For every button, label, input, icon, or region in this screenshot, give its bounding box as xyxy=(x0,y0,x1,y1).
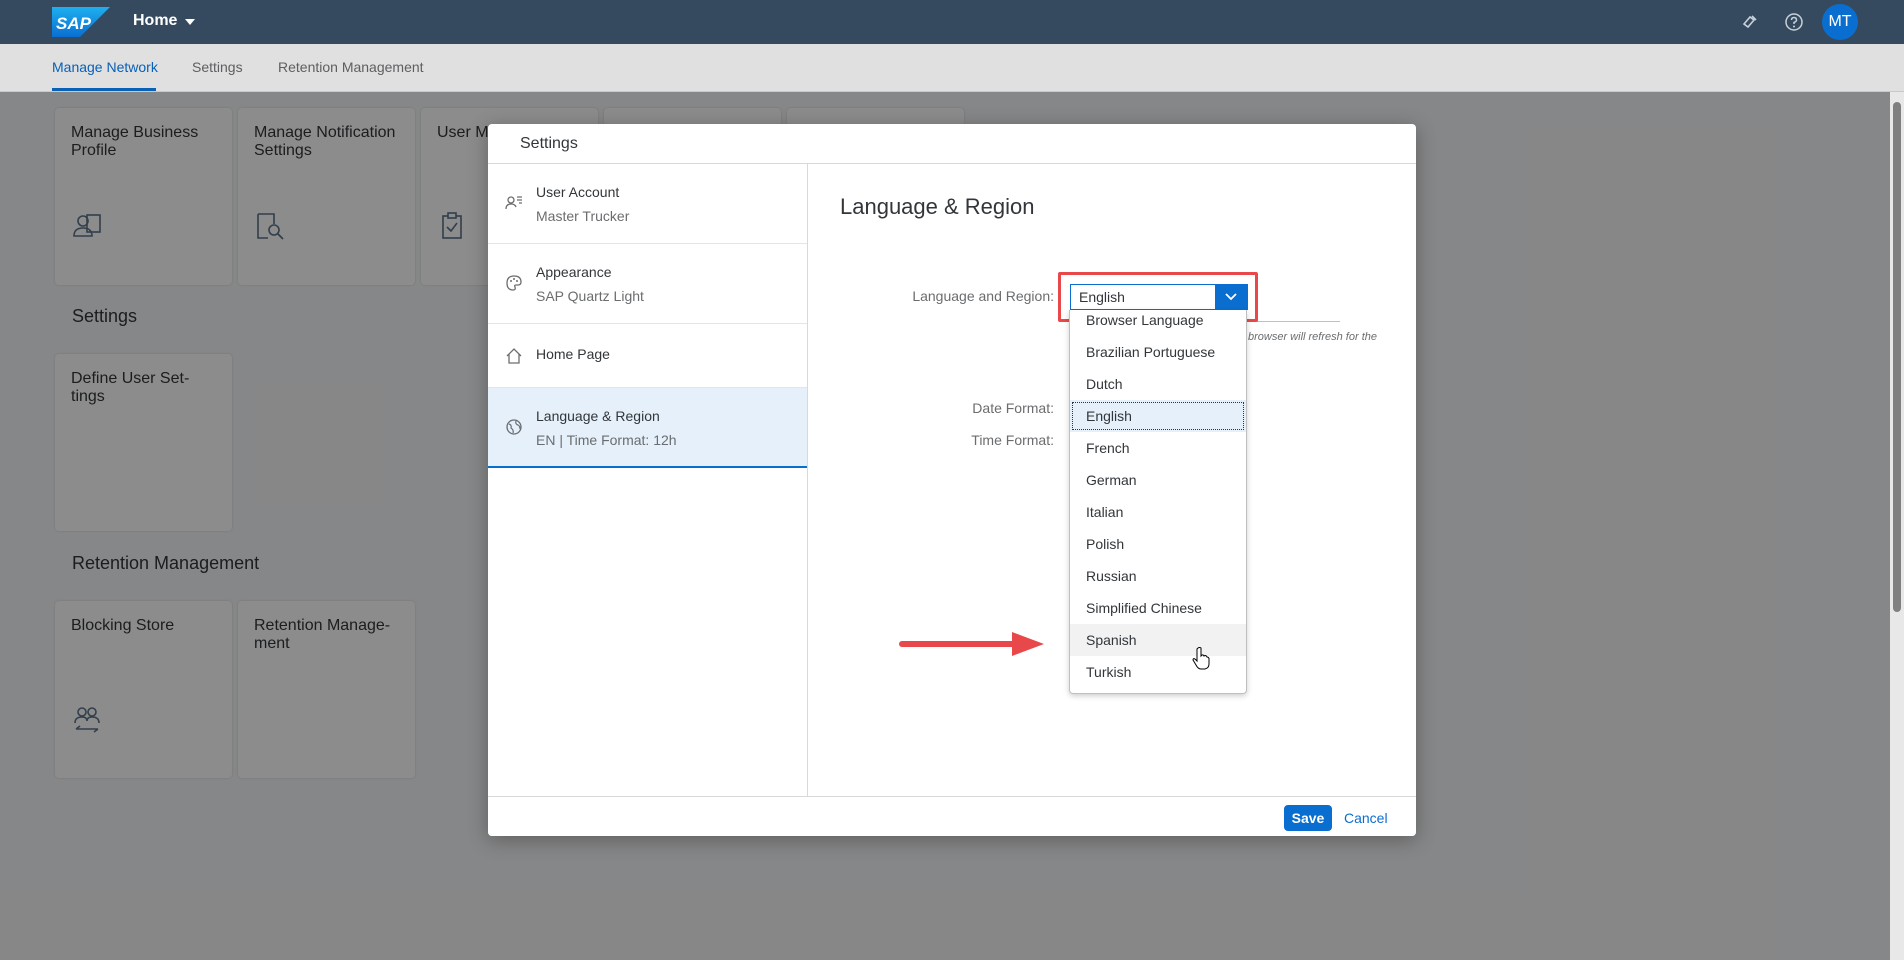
nav-item-subtitle: SAP Quartz Light xyxy=(536,288,644,304)
cancel-button[interactable]: Cancel xyxy=(1344,810,1388,826)
option-brazilian-portuguese[interactable]: Brazilian Portuguese xyxy=(1070,336,1246,368)
help-icon[interactable] xyxy=(1784,12,1804,32)
globe-icon xyxy=(506,419,522,435)
home-label: Home xyxy=(133,12,178,29)
option-browser-language[interactable]: Browser Language xyxy=(1070,304,1246,336)
option-turkish[interactable]: Turkish xyxy=(1070,656,1246,688)
time-format-label: Time Format: xyxy=(971,432,1054,448)
nav-item-title: Home Page xyxy=(536,346,610,362)
home-icon xyxy=(506,348,522,364)
option-polish[interactable]: Polish xyxy=(1070,528,1246,560)
dialog-footer: Save Cancel xyxy=(488,796,1416,836)
joule-icon[interactable] xyxy=(1740,12,1760,32)
palette-icon xyxy=(506,275,522,291)
user-avatar[interactable]: MT xyxy=(1822,4,1858,40)
nav-item-title: Appearance xyxy=(536,264,612,280)
nav-item-title: User Account xyxy=(536,184,620,200)
option-simplified-chinese[interactable]: Simplified Chinese xyxy=(1070,592,1246,624)
option-german[interactable]: German xyxy=(1070,464,1246,496)
hand-pointer-icon xyxy=(1192,647,1210,670)
scrollbar-thumb[interactable] xyxy=(1893,102,1901,612)
dialog-header: Settings xyxy=(488,124,1416,164)
page-scrollbar[interactable] xyxy=(1890,92,1904,960)
language-dropdown-list: Browser Language Brazilian Portuguese Du… xyxy=(1069,310,1247,694)
refresh-note: browser will refresh for the xyxy=(1248,331,1377,343)
settings-nav-list: User Account Master Trucker Appearance S… xyxy=(488,164,808,796)
nav-item-title: Language & Region xyxy=(536,408,660,424)
option-french[interactable]: French xyxy=(1070,432,1246,464)
nav-item-subtitle: Master Trucker xyxy=(536,208,630,224)
option-russian[interactable]: Russian xyxy=(1070,560,1246,592)
nav-item-subtitle: EN | Time Format: 12h xyxy=(536,432,677,448)
date-format-label: Date Format: xyxy=(972,400,1054,416)
save-button[interactable]: Save xyxy=(1284,805,1332,831)
dialog-title: Settings xyxy=(520,135,578,152)
annotation-arrow-icon xyxy=(899,632,1044,656)
content-title: Language & Region xyxy=(840,194,1035,219)
option-english[interactable]: English xyxy=(1070,400,1246,432)
shell-header: SAP Home MT xyxy=(0,0,1904,44)
option-spanish[interactable]: Spanish xyxy=(1070,624,1246,656)
nav-item-user-account[interactable]: User Account Master Trucker xyxy=(488,164,807,244)
settings-dialog: Settings User Account Master Trucker App… xyxy=(488,124,1416,836)
user-settings-icon xyxy=(505,196,522,210)
caret-down-icon xyxy=(185,19,196,25)
svg-text:SAP: SAP xyxy=(56,14,92,33)
nav-item-appearance[interactable]: Appearance SAP Quartz Light xyxy=(488,244,807,324)
language-region-label: Language and Region: xyxy=(912,288,1054,304)
modal-backdrop-top xyxy=(0,44,1904,92)
nav-item-home-page[interactable]: Home Page xyxy=(488,324,807,388)
nav-item-language-region[interactable]: Language & Region EN | Time Format: 12h xyxy=(488,388,807,468)
home-menu-button[interactable]: Home xyxy=(133,12,196,30)
option-dutch[interactable]: Dutch xyxy=(1070,368,1246,400)
sap-logo[interactable]: SAP xyxy=(52,7,110,37)
option-italian[interactable]: Italian xyxy=(1070,496,1246,528)
